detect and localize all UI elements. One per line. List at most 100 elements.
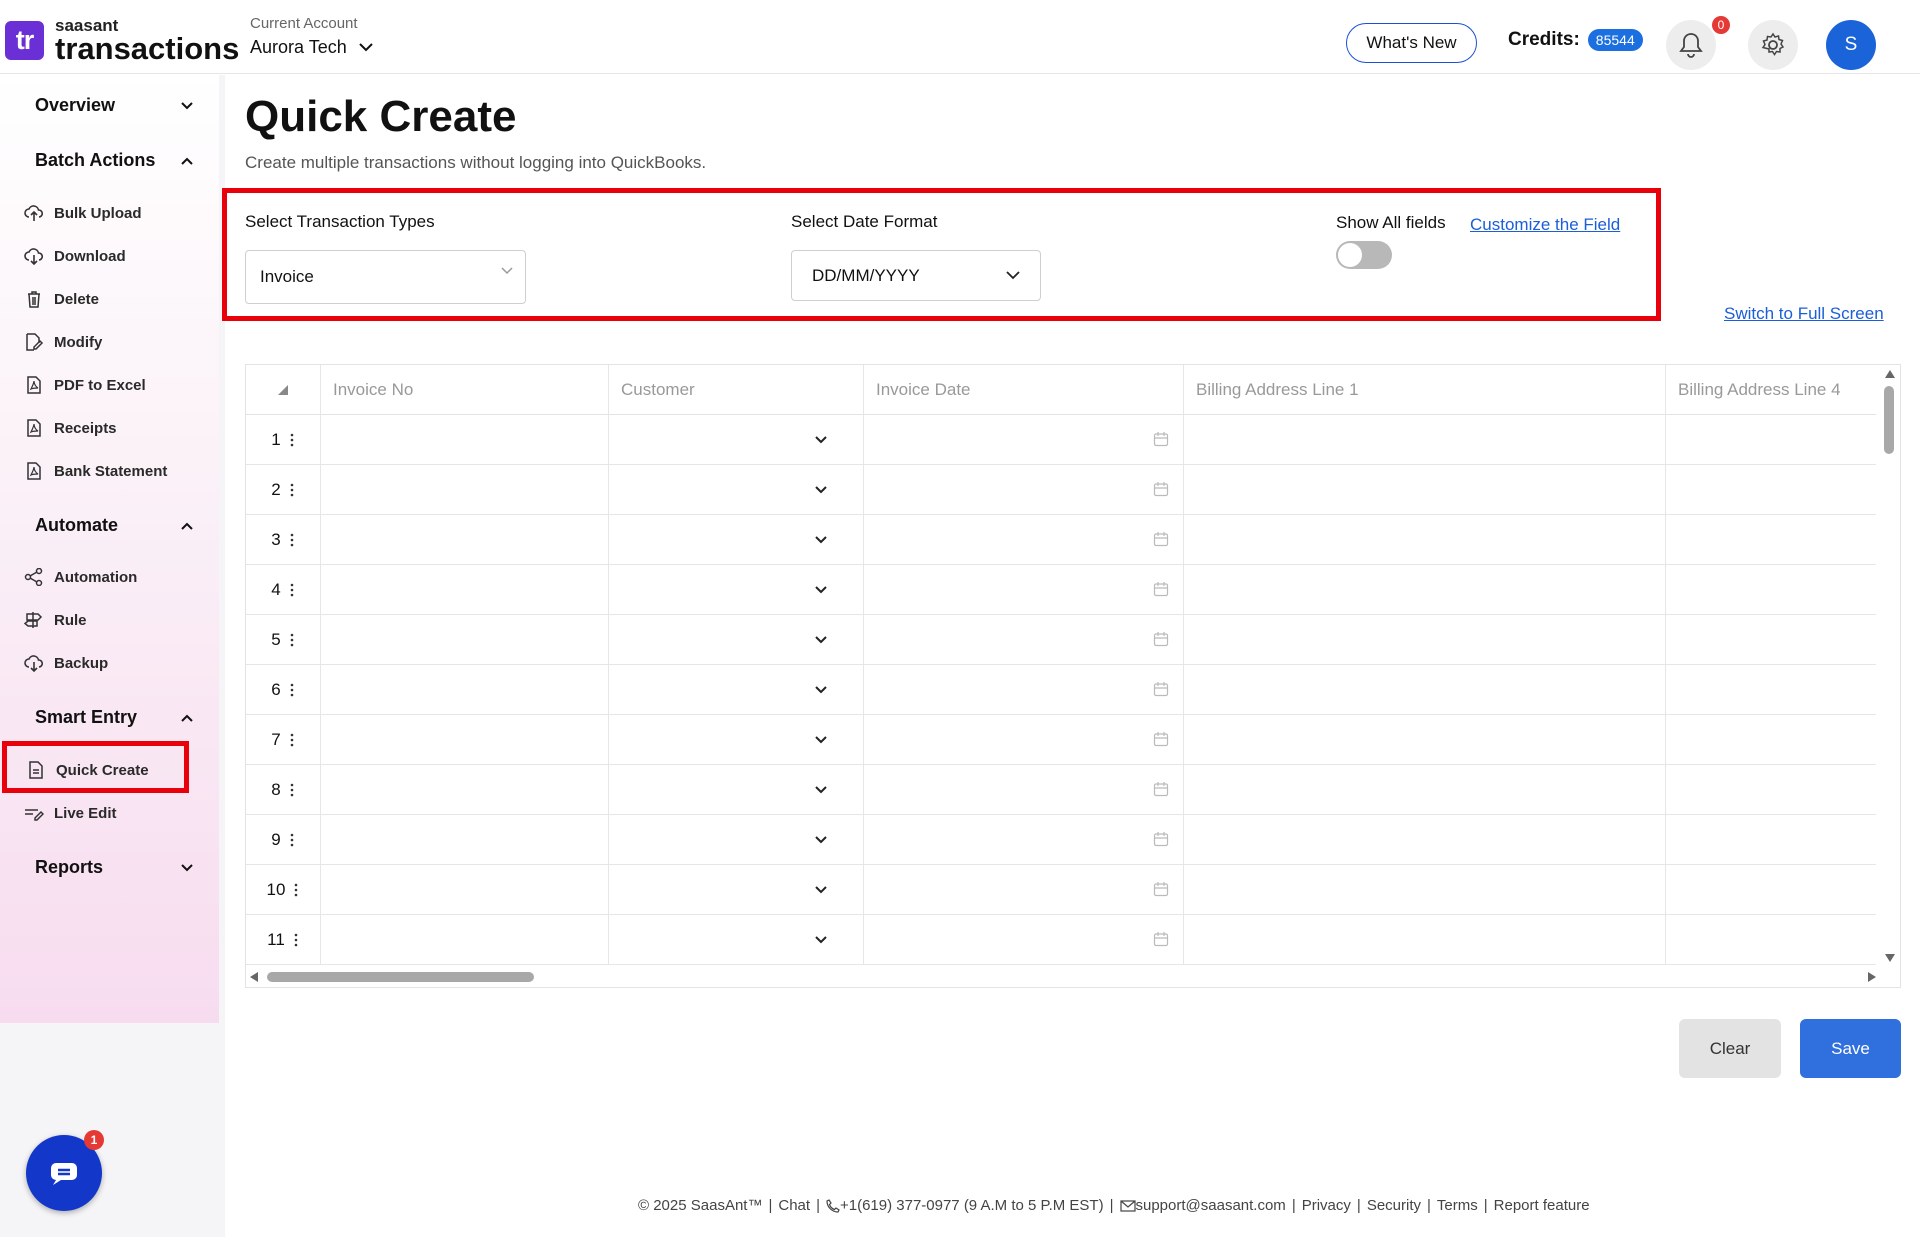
calendar-icon[interactable] bbox=[1153, 881, 1169, 897]
user-avatar[interactable]: S bbox=[1826, 20, 1876, 70]
billing-line-1-cell[interactable] bbox=[1184, 465, 1666, 515]
invoice-no-cell[interactable] bbox=[321, 865, 609, 915]
sidebar-item-delete[interactable]: Delete bbox=[24, 290, 99, 308]
row-number[interactable]: 5 bbox=[246, 615, 321, 665]
calendar-icon[interactable] bbox=[1153, 781, 1169, 797]
row-menu-icon[interactable] bbox=[289, 483, 295, 497]
billing-line-1-cell[interactable] bbox=[1184, 565, 1666, 615]
footer-terms-link[interactable]: Terms bbox=[1437, 1197, 1478, 1214]
sidebar-section-overview[interactable]: Overview bbox=[35, 95, 193, 116]
app-logo[interactable]: tr saasant transactions bbox=[5, 17, 239, 64]
customer-cell[interactable] bbox=[609, 465, 864, 515]
footer-report-link[interactable]: Report feature bbox=[1494, 1197, 1590, 1214]
scroll-left-arrow-icon[interactable] bbox=[250, 972, 258, 982]
chevron-down-icon[interactable] bbox=[815, 586, 827, 594]
row-number[interactable]: 4 bbox=[246, 565, 321, 615]
invoice-no-cell[interactable] bbox=[321, 815, 609, 865]
transaction-type-select[interactable]: Invoice bbox=[245, 250, 526, 304]
row-menu-icon[interactable] bbox=[293, 883, 299, 897]
invoice-date-cell[interactable] bbox=[864, 565, 1184, 615]
save-button[interactable]: Save bbox=[1800, 1019, 1901, 1078]
customer-cell[interactable] bbox=[609, 865, 864, 915]
footer-chat-link[interactable]: Chat bbox=[778, 1197, 810, 1214]
calendar-icon[interactable] bbox=[1153, 631, 1169, 647]
sidebar-item-live-edit[interactable]: Live Edit bbox=[24, 804, 117, 822]
row-number[interactable]: 1 bbox=[246, 415, 321, 465]
date-format-select[interactable]: DD/MM/YYYY bbox=[791, 250, 1041, 301]
chevron-down-icon[interactable] bbox=[815, 686, 827, 694]
billing-line-4-cell[interactable] bbox=[1666, 415, 1876, 465]
billing-line-4-cell[interactable] bbox=[1666, 765, 1876, 815]
customer-cell[interactable] bbox=[609, 565, 864, 615]
calendar-icon[interactable] bbox=[1153, 731, 1169, 747]
sidebar-item-pdf-to-excel[interactable]: PDF to Excel bbox=[24, 376, 146, 394]
invoice-date-cell[interactable] bbox=[864, 765, 1184, 815]
calendar-icon[interactable] bbox=[1153, 681, 1169, 697]
billing-line-4-cell[interactable] bbox=[1666, 665, 1876, 715]
calendar-icon[interactable] bbox=[1153, 481, 1169, 497]
invoice-date-cell[interactable] bbox=[864, 615, 1184, 665]
row-menu-icon[interactable] bbox=[289, 433, 295, 447]
billing-line-4-cell[interactable] bbox=[1666, 465, 1876, 515]
whats-new-button[interactable]: What's New bbox=[1346, 23, 1477, 63]
billing-line-1-cell[interactable] bbox=[1184, 765, 1666, 815]
sidebar-item-bulk-upload[interactable]: Bulk Upload bbox=[24, 204, 142, 222]
billing-line-4-cell[interactable] bbox=[1666, 715, 1876, 765]
scroll-down-arrow-icon[interactable] bbox=[1885, 954, 1895, 962]
billing-line-4-cell[interactable] bbox=[1666, 615, 1876, 665]
calendar-icon[interactable] bbox=[1153, 831, 1169, 847]
account-switcher[interactable]: Current Account Aurora Tech bbox=[250, 15, 373, 58]
row-menu-icon[interactable] bbox=[289, 683, 295, 697]
billing-line-1-cell[interactable] bbox=[1184, 865, 1666, 915]
customer-cell[interactable] bbox=[609, 715, 864, 765]
invoice-no-cell[interactable] bbox=[321, 765, 609, 815]
customer-cell[interactable] bbox=[609, 515, 864, 565]
row-number[interactable]: 11 bbox=[246, 915, 321, 965]
invoice-no-cell[interactable] bbox=[321, 415, 609, 465]
billing-line-1-cell[interactable] bbox=[1184, 915, 1666, 965]
billing-line-1-cell[interactable] bbox=[1184, 715, 1666, 765]
notifications-button[interactable] bbox=[1666, 20, 1716, 70]
row-menu-icon[interactable] bbox=[289, 833, 295, 847]
calendar-icon[interactable] bbox=[1153, 531, 1169, 547]
column-header-billing-line-4[interactable]: Billing Address Line 4 bbox=[1666, 365, 1876, 415]
invoice-no-cell[interactable] bbox=[321, 665, 609, 715]
sidebar-item-backup[interactable]: Backup bbox=[24, 654, 108, 672]
sidebar-item-download[interactable]: Download bbox=[24, 247, 126, 265]
footer-privacy-link[interactable]: Privacy bbox=[1302, 1197, 1351, 1214]
footer-email-link[interactable]: support@saasant.com bbox=[1136, 1197, 1286, 1214]
chevron-down-icon[interactable] bbox=[815, 786, 827, 794]
sidebar-item-rule[interactable]: Rule bbox=[24, 611, 87, 629]
row-number[interactable]: 3 bbox=[246, 515, 321, 565]
invoice-no-cell[interactable] bbox=[321, 915, 609, 965]
billing-line-4-cell[interactable] bbox=[1666, 515, 1876, 565]
billing-line-4-cell[interactable] bbox=[1666, 865, 1876, 915]
row-number[interactable]: 8 bbox=[246, 765, 321, 815]
billing-line-4-cell[interactable] bbox=[1666, 815, 1876, 865]
row-number[interactable]: 6 bbox=[246, 665, 321, 715]
invoice-date-cell[interactable] bbox=[864, 815, 1184, 865]
calendar-icon[interactable] bbox=[1153, 581, 1169, 597]
billing-line-1-cell[interactable] bbox=[1184, 515, 1666, 565]
row-number[interactable]: 9 bbox=[246, 815, 321, 865]
customer-cell[interactable] bbox=[609, 615, 864, 665]
row-menu-icon[interactable] bbox=[289, 633, 295, 647]
invoice-date-cell[interactable] bbox=[864, 865, 1184, 915]
row-menu-icon[interactable] bbox=[289, 583, 295, 597]
vertical-scroll-thumb[interactable] bbox=[1884, 386, 1894, 454]
row-menu-icon[interactable] bbox=[289, 733, 295, 747]
customize-field-link[interactable]: Customize the Field bbox=[1470, 215, 1620, 235]
footer-security-link[interactable]: Security bbox=[1367, 1197, 1421, 1214]
chevron-down-icon[interactable] bbox=[815, 886, 827, 894]
invoice-no-cell[interactable] bbox=[321, 515, 609, 565]
billing-line-4-cell[interactable] bbox=[1666, 915, 1876, 965]
billing-line-1-cell[interactable] bbox=[1184, 665, 1666, 715]
horizontal-scroll-thumb[interactable] bbox=[267, 972, 534, 982]
customer-cell[interactable] bbox=[609, 665, 864, 715]
invoice-date-cell[interactable] bbox=[864, 665, 1184, 715]
chevron-down-icon[interactable] bbox=[815, 486, 827, 494]
show-all-fields-toggle[interactable] bbox=[1336, 241, 1392, 269]
invoice-date-cell[interactable] bbox=[864, 515, 1184, 565]
sidebar-section-smart-entry[interactable]: Smart Entry bbox=[35, 707, 193, 728]
customer-cell[interactable] bbox=[609, 765, 864, 815]
